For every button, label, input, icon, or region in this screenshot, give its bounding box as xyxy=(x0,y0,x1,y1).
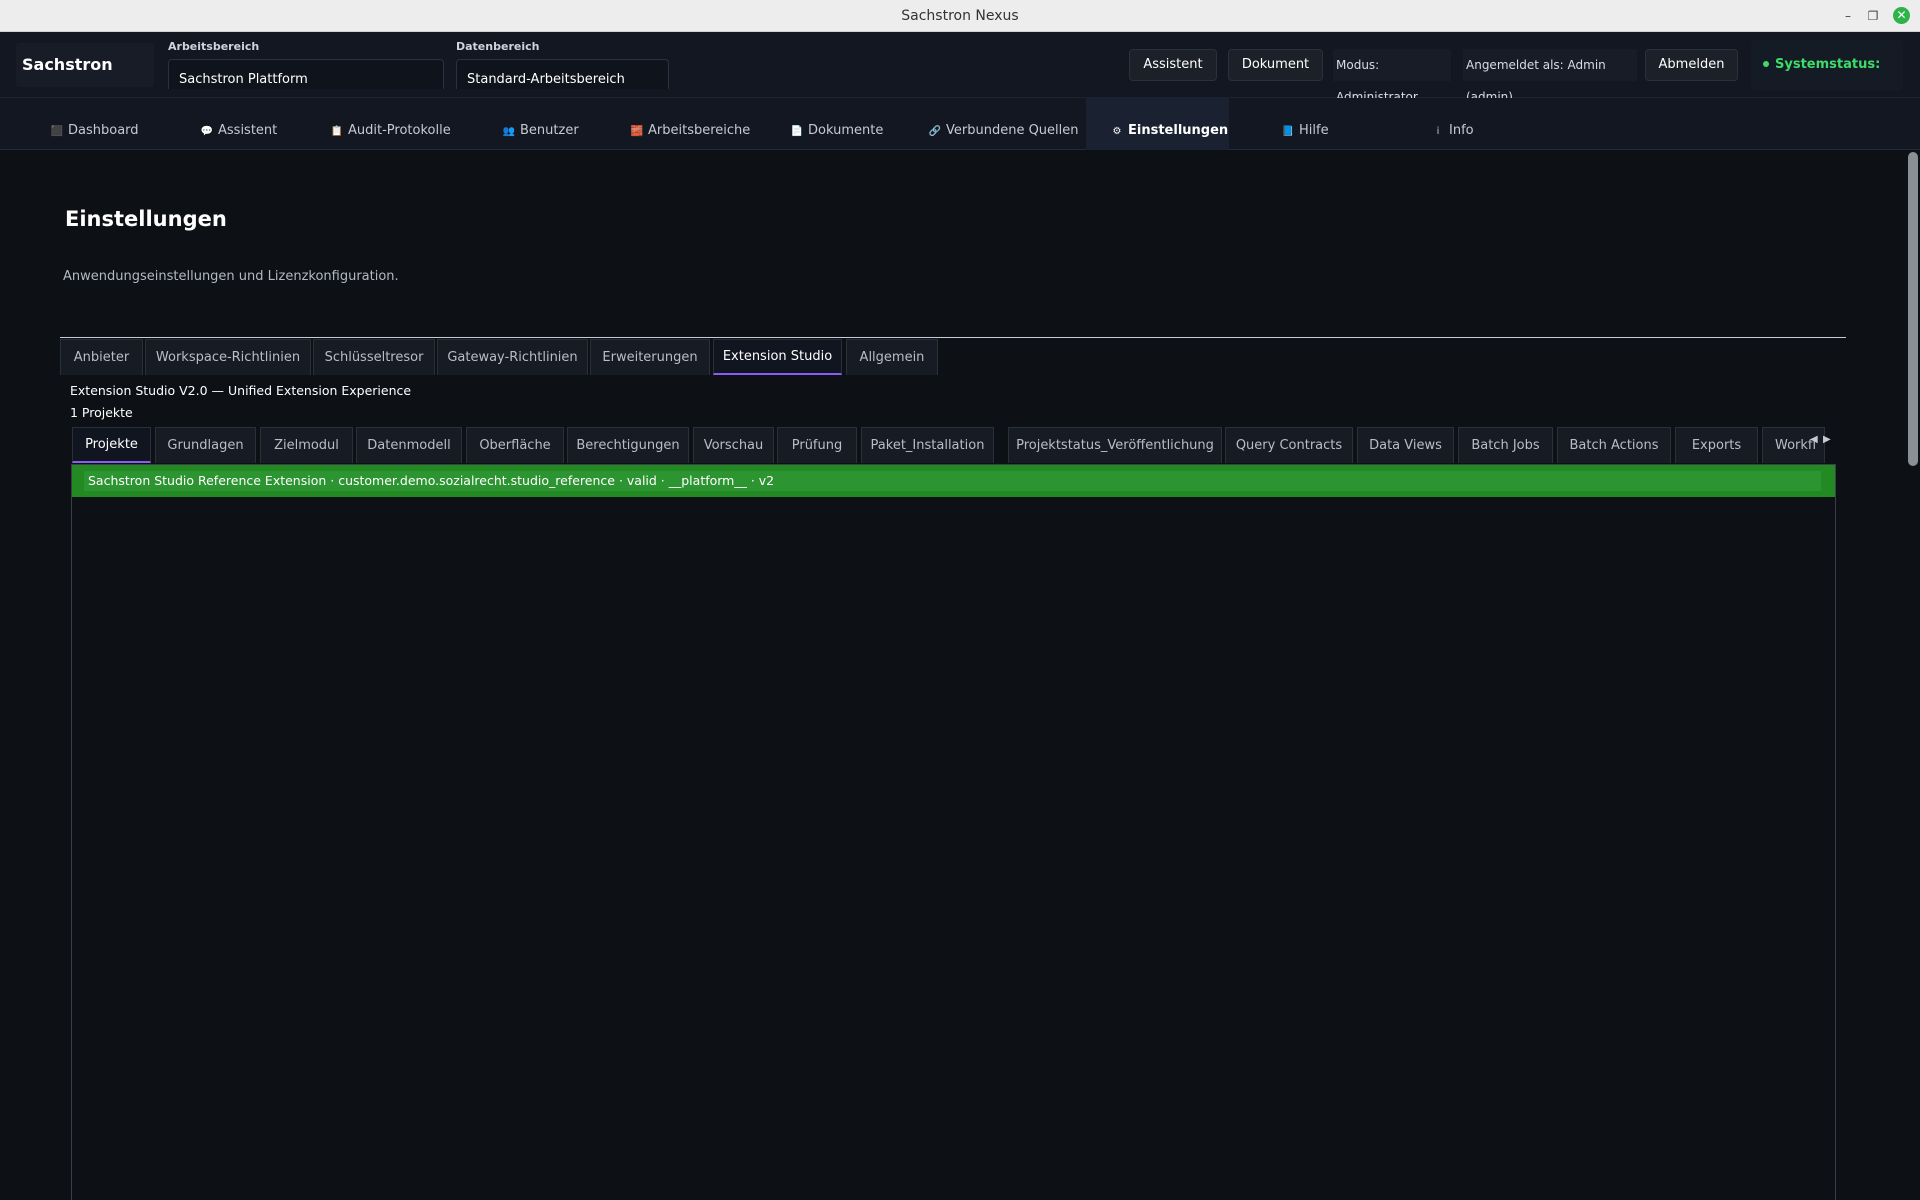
chat-icon: 💬 xyxy=(200,126,214,137)
datascope-select[interactable]: Standard-Arbeitsbereich xyxy=(456,59,669,89)
nav-item-label: Verbundene Quellen xyxy=(946,123,1079,138)
gear-icon: ⚙ xyxy=(1112,126,1122,137)
tab-scroll-left-icon[interactable]: ◀ xyxy=(1810,434,1818,445)
tab-exports[interactable]: Exports xyxy=(1675,427,1758,463)
tab-batch-actions[interactable]: Batch Actions xyxy=(1557,427,1671,463)
link-icon: 🔗 xyxy=(928,126,942,137)
list-item[interactable]: Sachstron Studio Reference Extension · c… xyxy=(72,465,1835,497)
nav-item-label: Einstellungen xyxy=(1128,123,1229,138)
studio-tabbar: Projekte Grundlagen Zielmodul Datenmodel… xyxy=(72,427,1836,463)
tab-oberflaeche[interactable]: Oberfläche xyxy=(466,427,564,463)
nav-item-label: Assistent xyxy=(218,123,278,138)
nav-item-label: Hilfe xyxy=(1299,123,1329,138)
tab-paket-installation[interactable]: Paket_Installation xyxy=(861,427,994,463)
nav-item-label: Audit-Protokolle xyxy=(348,123,451,138)
assistant-button[interactable]: Assistent xyxy=(1129,49,1217,81)
nav-item-dashboard[interactable]: ⬛ Dashboard xyxy=(50,98,170,150)
document-button[interactable]: Dokument xyxy=(1228,49,1323,81)
nav-item-label: Dashboard xyxy=(68,123,139,138)
tab-workspace-richtlinien[interactable]: Workspace-Richtlinien xyxy=(145,339,311,375)
nav-item-audit[interactable]: 📋 Audit-Protokolle xyxy=(330,98,470,150)
window-titlebar: Sachstron Nexus – ❐ ✕ xyxy=(0,0,1920,32)
settings-tabbar: Anbieter Workspace-Richtlinien Schlüssel… xyxy=(60,337,1846,375)
project-row-label: Sachstron Studio Reference Extension · c… xyxy=(84,471,1821,491)
tab-pruefung[interactable]: Prüfung xyxy=(777,427,857,463)
dashboard-icon: ⬛ xyxy=(50,126,64,137)
tab-batch-jobs[interactable]: Batch Jobs xyxy=(1458,427,1553,463)
project-count: 1 Projekte xyxy=(70,405,133,420)
bricks-icon: 🧱 xyxy=(630,126,644,137)
nav-item-users[interactable]: 👥 Benutzer xyxy=(502,98,612,150)
main-nav: ⬛ Dashboard 💬 Assistent 📋 Audit-Protokolle … xyxy=(0,98,1920,150)
document-icon: 📄 xyxy=(790,126,804,137)
tab-extension-studio[interactable]: Extension Studio xyxy=(713,339,842,375)
datascope-selector[interactable]: Datenbereich Standard-Arbeitsbereich xyxy=(456,40,669,89)
tab-vorschau[interactable]: Vorschau xyxy=(693,427,774,463)
nav-item-label: Info xyxy=(1449,123,1474,138)
tab-berechtigungen[interactable]: Berechtigungen xyxy=(567,427,689,463)
minimize-icon[interactable]: – xyxy=(1840,8,1856,24)
nav-item-documents[interactable]: 📄 Dokumente xyxy=(790,98,910,150)
window-title: Sachstron Nexus xyxy=(901,8,1019,24)
workspace-select[interactable]: Sachstron Plattform xyxy=(168,59,444,89)
brand-logo: Sachstron Nexus xyxy=(16,43,154,118)
tab-grundlagen[interactable]: Grundlagen xyxy=(155,427,256,463)
users-icon: 👥 xyxy=(502,126,516,137)
page-title: Einstellungen xyxy=(65,207,227,231)
tab-allgemein[interactable]: Allgemein xyxy=(846,339,938,375)
book-icon: 📘 xyxy=(1281,126,1295,137)
datascope-label: Datenbereich xyxy=(456,40,540,53)
tab-projektstatus-veroeffentlichung[interactable]: Projektstatus_Veröffentlichung xyxy=(1008,427,1222,463)
clipboard-icon: 📋 xyxy=(330,126,344,137)
close-icon[interactable]: ✕ xyxy=(1893,7,1910,24)
page-subtitle: Anwendungseinstellungen und Lizenzkonfig… xyxy=(63,269,399,284)
workspace-selector[interactable]: Arbeitsbereich Sachstron Plattform xyxy=(168,40,444,89)
workspace-label: Arbeitsbereich xyxy=(168,40,260,53)
info-icon: i xyxy=(1436,126,1440,137)
nav-item-workspaces[interactable]: 🧱 Arbeitsbereiche xyxy=(630,98,770,150)
tab-workflows[interactable]: Workfl xyxy=(1762,427,1825,463)
page-scrollbar[interactable] xyxy=(1906,150,1920,1200)
nav-item-help[interactable]: 📘 Hilfe xyxy=(1281,98,1361,150)
mode-indicator: Modus: Administrator xyxy=(1333,49,1451,104)
system-status: Systemstatus: Bereit xyxy=(1751,40,1903,122)
nav-item-info[interactable]: i Info xyxy=(1431,98,1511,150)
status-dot-icon xyxy=(1763,60,1769,67)
maximize-icon[interactable]: ❐ xyxy=(1865,8,1881,24)
project-list-panel: Sachstron Studio Reference Extension · c… xyxy=(71,464,1836,1200)
app-header: Sachstron Nexus Arbeitsbereich Sachstron… xyxy=(0,32,1920,122)
studio-title: Extension Studio V2.0 — Unified Extensio… xyxy=(70,383,412,398)
tab-anbieter[interactable]: Anbieter xyxy=(60,339,143,375)
tab-gateway-richtlinien[interactable]: Gateway-Richtlinien xyxy=(437,339,588,375)
tab-erweiterungen[interactable]: Erweiterungen xyxy=(590,339,710,375)
tab-data-views[interactable]: Data Views xyxy=(1357,427,1454,463)
nav-item-label: Benutzer xyxy=(520,123,579,138)
user-indicator: Angemeldet als: Admin (admin) xyxy=(1463,49,1637,104)
tab-scroll-right-icon[interactable]: ▶ xyxy=(1823,434,1831,445)
tab-schluesseltresor[interactable]: Schlüsseltresor xyxy=(313,339,435,375)
tab-projekte[interactable]: Projekte xyxy=(72,427,151,463)
logout-button[interactable]: Abmelden xyxy=(1645,49,1738,81)
scrollbar-thumb[interactable] xyxy=(1908,152,1918,466)
nav-item-label: Arbeitsbereiche xyxy=(648,123,751,138)
nav-item-settings[interactable]: ⚙ Einstellungen xyxy=(1086,98,1229,150)
tab-zielmodul[interactable]: Zielmodul xyxy=(260,427,353,463)
nav-item-label: Dokumente xyxy=(808,123,884,138)
nav-item-sources[interactable]: 🔗 Verbundene Quellen xyxy=(928,98,1079,150)
tab-datenmodell[interactable]: Datenmodell xyxy=(356,427,462,463)
nav-item-assistant[interactable]: 💬 Assistent xyxy=(200,98,320,150)
tab-query-contracts[interactable]: Query Contracts xyxy=(1225,427,1353,463)
